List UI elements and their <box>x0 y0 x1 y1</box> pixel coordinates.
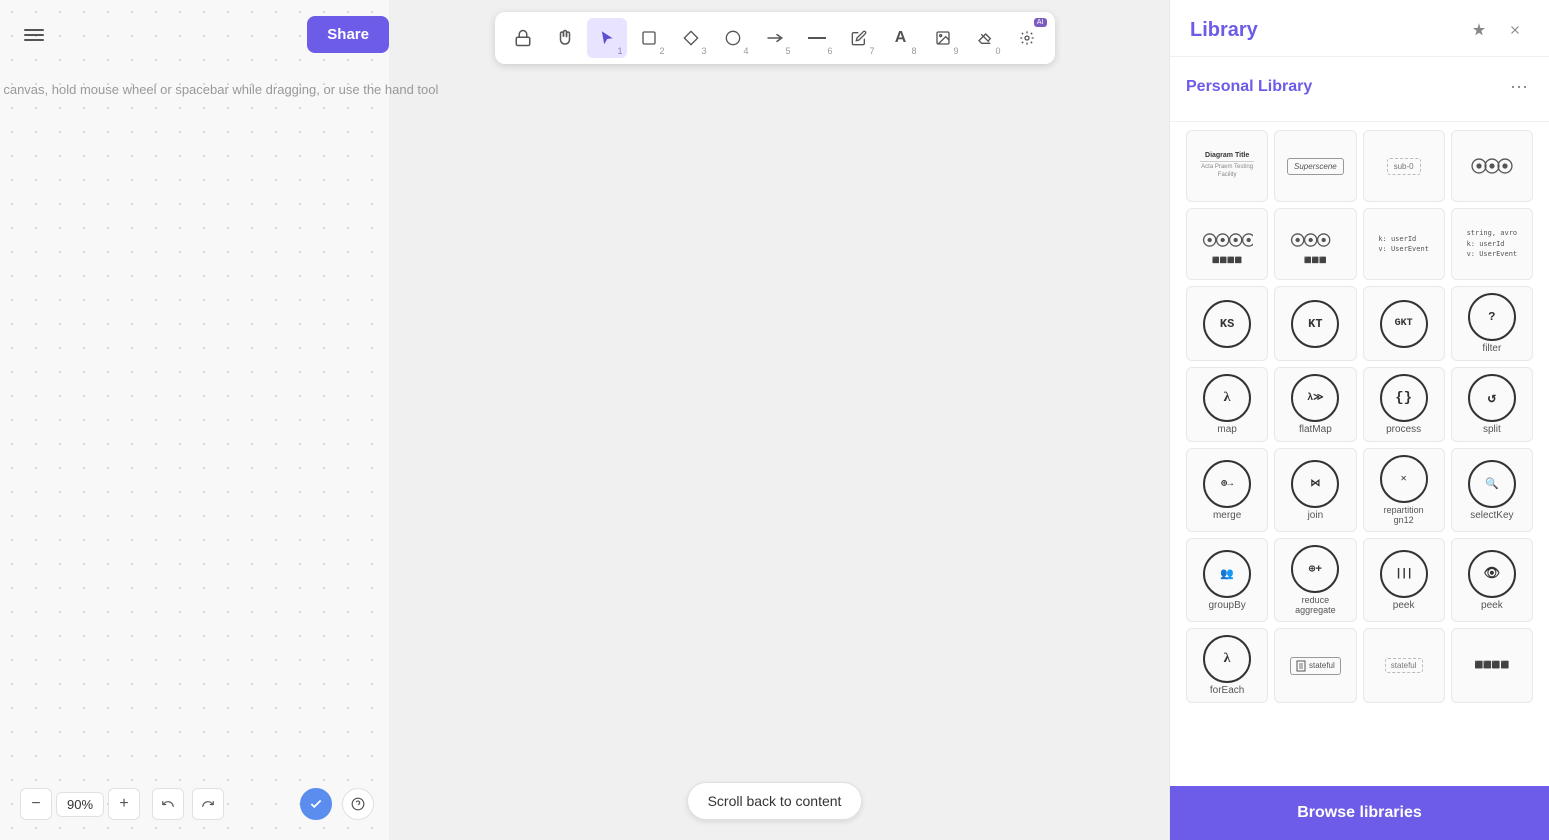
scroll-back-button[interactable]: Scroll back to content <box>687 782 863 820</box>
library-item-superscene[interactable]: Superscene <box>1274 130 1356 202</box>
library-scroll[interactable]: Personal Library ⋯ Diagram Title Acta Pr… <box>1170 57 1549 840</box>
library-item-foreach[interactable]: λ forEach <box>1186 628 1268 703</box>
text-tool[interactable]: A 8 <box>881 18 921 58</box>
library-item-count[interactable]: ||| peek <box>1363 538 1445 622</box>
close-library-button[interactable] <box>1501 16 1529 44</box>
arrow-tool[interactable]: 5 <box>755 18 795 58</box>
library-item-ks[interactable]: KS <box>1186 286 1268 361</box>
library-item-filter[interactable]: ? filter <box>1451 286 1533 361</box>
canvas-hint: To move canvas, hold mouse wheel or spac… <box>0 82 438 97</box>
library-item-process[interactable]: {} process <box>1363 367 1445 442</box>
toolbar: 1 2 3 4 5 6 <box>495 12 1055 64</box>
library-item-gear3[interactable]: ⬛⬛⬛ <box>1274 208 1356 280</box>
undo-button[interactable] <box>152 788 184 820</box>
rectangle-tool[interactable]: 2 <box>629 18 669 58</box>
redo-button[interactable] <box>192 788 224 820</box>
library-title: Library <box>1190 19 1258 42</box>
library-item-reduce-aggregate[interactable]: ⊕+ reduceaggregate <box>1274 538 1356 622</box>
library-item-peek[interactable]: 👁 peek <box>1451 538 1533 622</box>
library-header: Library <box>1170 0 1549 57</box>
library-item-merge[interactable]: ⊕→ merge <box>1186 448 1268 532</box>
pin-button[interactable] <box>1465 16 1493 44</box>
library-item-join[interactable]: ⋈ join <box>1274 448 1356 532</box>
library-item-user-event2[interactable]: string, avro k: userId v: UserEvent <box>1451 208 1533 280</box>
menu-button[interactable] <box>16 18 52 52</box>
library-item-gear2[interactable]: ⬛⬛⬛⬛ <box>1186 208 1268 280</box>
help-button[interactable] <box>342 788 374 820</box>
library-item-repartition[interactable]: ✕ repartitiongn12 <box>1363 448 1445 532</box>
ai-tool[interactable]: AI <box>1007 18 1047 58</box>
zoom-level: 90% <box>56 792 104 817</box>
zoom-in-button[interactable]: + <box>108 788 140 820</box>
library-item-diagram-title[interactable]: Diagram Title Acta Praem TestingFacility <box>1186 130 1268 202</box>
zoom-out-button[interactable]: − <box>20 788 52 820</box>
hamburger-icon <box>24 39 44 41</box>
select-tool[interactable]: 1 <box>587 18 627 58</box>
personal-library-title: Personal Library <box>1186 78 1312 96</box>
hamburger-icon <box>24 29 44 31</box>
library-grid-row2: ⬛⬛⬛⬛ ⬛⬛⬛ k: userId v: UserEvent <box>1170 208 1549 280</box>
image-tool[interactable]: 9 <box>923 18 963 58</box>
line-tool[interactable]: 6 <box>797 18 837 58</box>
pencil-tool[interactable]: 7 <box>839 18 879 58</box>
hand-tool[interactable] <box>545 18 585 58</box>
library-item-stateful-text[interactable]: stateful <box>1274 628 1356 703</box>
library-grid-row4: λ map λ≫ flatMap {} process ↺ split <box>1170 367 1549 442</box>
share-button[interactable]: Share <box>307 16 389 53</box>
personal-library-section: Personal Library ⋯ <box>1170 57 1549 122</box>
checkmark-button[interactable] <box>300 788 332 820</box>
library-grid-row5: ⊕→ merge ⋈ join ✕ repartitiongn12 🔍 sele… <box>1170 448 1549 532</box>
library-grid-row1: Diagram Title Acta Praem TestingFacility… <box>1170 122 1549 202</box>
library-grid-row3: KS KT GKT ? filter <box>1170 286 1549 361</box>
library-item-flatmap[interactable]: λ≫ flatMap <box>1274 367 1356 442</box>
library-item-groupby[interactable]: 👥 groupBy <box>1186 538 1268 622</box>
browse-libraries-button[interactable]: Browse libraries <box>1170 786 1549 840</box>
bottom-right-actions <box>300 788 374 820</box>
library-grid-row7: λ forEach stateful stateful ⬛⬛⬛⬛ <box>1170 628 1549 703</box>
ellipse-tool[interactable]: 4 <box>713 18 753 58</box>
lock-tool[interactable] <box>503 18 543 58</box>
personal-library-more-button[interactable]: ⋯ <box>1505 73 1533 101</box>
library-item-split[interactable]: ↺ split <box>1451 367 1533 442</box>
library-item-kt[interactable]: KT <box>1274 286 1356 361</box>
library-item-stateful-dashed[interactable]: stateful <box>1363 628 1445 703</box>
zoom-controls: − 90% + <box>20 788 224 820</box>
library-item-gkt[interactable]: GKT <box>1363 286 1445 361</box>
canvas[interactable]: To move canvas, hold mouse wheel or spac… <box>0 0 389 840</box>
library-item-user-event1[interactable]: k: userId v: UserEvent <box>1363 208 1445 280</box>
library-grid-row6: 👥 groupBy ⊕+ reduceaggregate ||| peek 👁 … <box>1170 538 1549 622</box>
library-item-selectkey[interactable]: 🔍 selectKey <box>1451 448 1533 532</box>
library-item-gear-chain[interactable] <box>1451 130 1533 202</box>
library-item-sub0[interactable]: sub-0 <box>1363 130 1445 202</box>
diamond-tool[interactable]: 3 <box>671 18 711 58</box>
library-item-repartitioned[interactable]: ⬛⬛⬛⬛ <box>1451 628 1533 703</box>
library-panel: Library Personal Library ⋯ <box>1169 0 1549 840</box>
hamburger-icon <box>24 34 44 36</box>
library-item-map[interactable]: λ map <box>1186 367 1268 442</box>
eraser-tool[interactable]: 0 <box>965 18 1005 58</box>
